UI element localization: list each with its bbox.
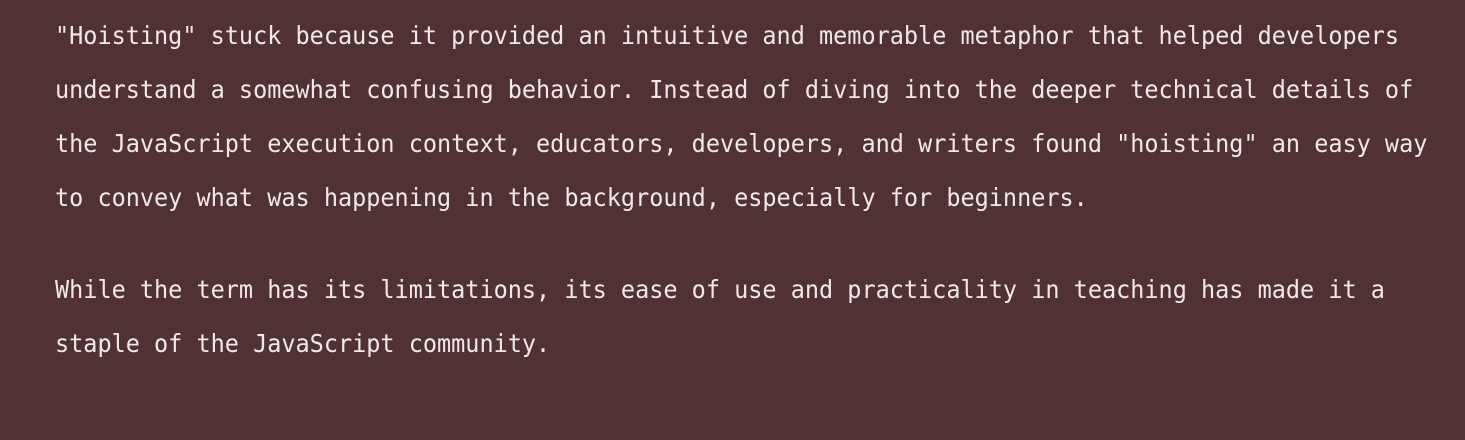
paragraph-term-limitations: While the term has its limitations, its … <box>55 275 1385 358</box>
article-body: "Hoisting" stuck because it provided an … <box>55 9 1445 371</box>
paragraph-hoisting-metaphor: "Hoisting" stuck because it provided an … <box>55 21 1428 212</box>
